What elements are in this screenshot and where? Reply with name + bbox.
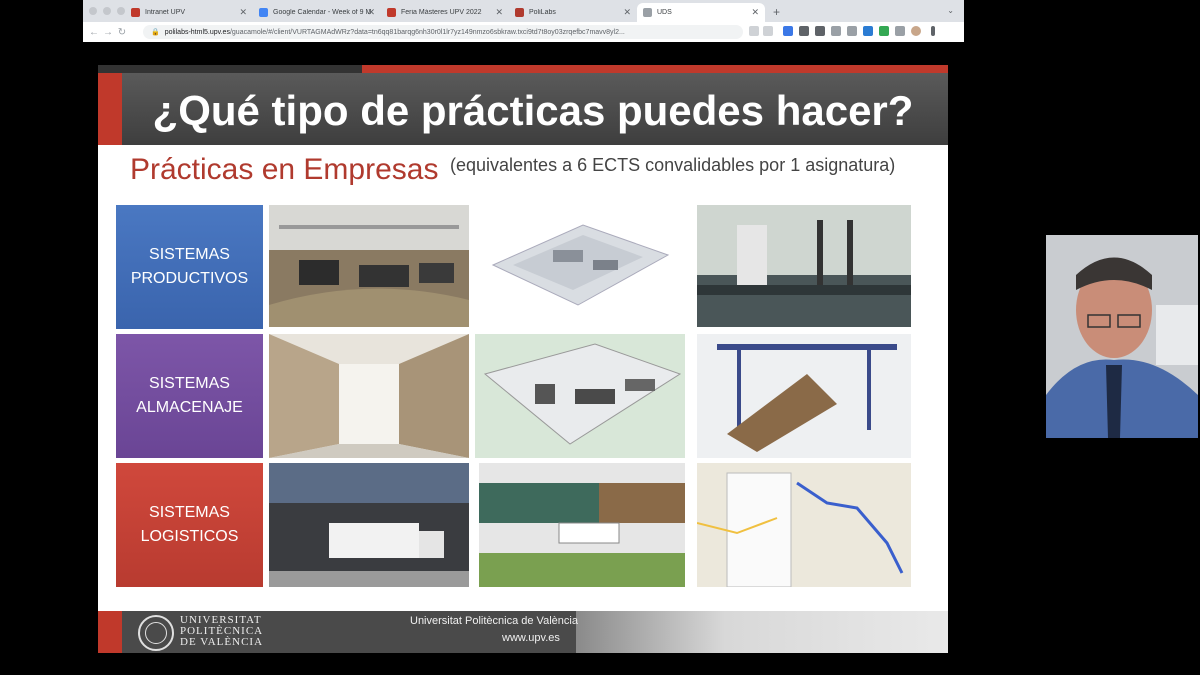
warehouse-racks-photo: [269, 334, 469, 458]
window-controls[interactable]: [89, 7, 125, 15]
route-map-screenshot: [697, 463, 911, 587]
top-stripe-dark: [98, 65, 362, 73]
address-bar[interactable]: 🔒 polilabs-html5.upv.es/guacamole/#/clie…: [143, 25, 743, 39]
upv-seal-icon: [138, 615, 174, 651]
share-icon[interactable]: [749, 26, 759, 36]
upv-logo-text: UNIVERSITAT POLITÈCNICA DE VALÈNCIA: [180, 614, 264, 648]
bookmark-star-icon[interactable]: [763, 26, 773, 36]
slide-subtitle: Prácticas en Empresas: [130, 153, 439, 186]
reload-icon[interactable]: ↻: [115, 27, 129, 38]
puzzle-icon[interactable]: [895, 26, 905, 36]
tab-close-icon[interactable]: ✕: [239, 7, 247, 18]
profile-avatar[interactable]: [911, 26, 921, 36]
tab-favicon-icon: [131, 8, 140, 17]
category-almacenaje: SISTEMAS ALMACENAJE: [116, 334, 263, 458]
tab-calendar[interactable]: Google Calendar - Week of 9 M ✕: [253, 3, 381, 22]
distribution-center-3d-image: [475, 334, 685, 458]
tab-favicon-icon: [515, 8, 524, 17]
tab-favicon-icon: [643, 8, 652, 17]
webcam-video: [1046, 235, 1198, 438]
tab-close-icon[interactable]: ✕: [623, 7, 631, 18]
title-accent: [98, 73, 122, 145]
lock-icon: 🔒: [151, 29, 160, 36]
presentation-slide: ¿Qué tipo de prácticas puedes hacer? Prá…: [98, 65, 948, 653]
tab-close-icon[interactable]: ✕: [751, 7, 759, 18]
screen: Intranet UPV ✕ Google Calendar - Week of…: [0, 0, 1200, 675]
footer-seal-banner: [576, 611, 948, 653]
slide-subnote: (equivalentes a 6 ECTS convalidables por…: [450, 155, 896, 175]
truck-dock-photo: [269, 463, 469, 587]
extension-icon[interactable]: [879, 26, 889, 36]
extension-icon[interactable]: [783, 26, 793, 36]
slide-title: ¿Qué tipo de prácticas puedes hacer?: [152, 87, 914, 134]
top-stripe-red: [362, 65, 948, 73]
extension-icon[interactable]: [847, 26, 857, 36]
tab-close-icon[interactable]: ✕: [367, 7, 375, 18]
browser-toolbar: ← → ↻ 🔒 polilabs-html5.upv.es/guacamole/…: [83, 22, 964, 42]
factory-floor-photo: [269, 205, 469, 327]
tab-uds[interactable]: UDS ✕: [637, 3, 765, 22]
category-productivos: SISTEMAS PRODUCTIVOS: [116, 205, 263, 329]
tab-favicon-icon: [259, 8, 268, 17]
extension-icon[interactable]: [863, 26, 873, 36]
tab-feria[interactable]: Feria Másteres UPV 2022 ✕: [381, 3, 509, 22]
footer-org-name: Universitat Politècnica de València: [410, 615, 578, 627]
footer-accent: [98, 611, 122, 653]
tab-polilabs[interactable]: PoliLabs ✕: [509, 3, 637, 22]
extension-icon[interactable]: [831, 26, 841, 36]
storage-structure-3d-image: [697, 334, 911, 458]
robot-arm-photo: [697, 205, 911, 327]
back-icon[interactable]: ←: [87, 27, 101, 38]
menu-kebab-icon[interactable]: [931, 26, 935, 36]
tab-close-icon[interactable]: ✕: [495, 7, 503, 18]
category-logisticos: SISTEMAS LOGISTICOS: [116, 463, 263, 587]
footer-website: www.upv.es: [502, 632, 560, 644]
new-tab-button[interactable]: +: [773, 5, 780, 19]
tab-search-chevron-icon[interactable]: ⌄: [947, 6, 954, 15]
tab-favicon-icon: [387, 8, 396, 17]
forward-icon[interactable]: →: [101, 27, 115, 38]
extension-icon[interactable]: [815, 26, 825, 36]
tab-strip: Intranet UPV ✕ Google Calendar - Week of…: [83, 0, 964, 22]
logistics-yard-3d-image: [479, 463, 685, 587]
extension-icon[interactable]: [799, 26, 809, 36]
tab-intranet[interactable]: Intranet UPV ✕: [125, 3, 253, 22]
browser-window: Intranet UPV ✕ Google Calendar - Week of…: [83, 0, 964, 42]
plant-layout-3d-image: [473, 205, 685, 327]
